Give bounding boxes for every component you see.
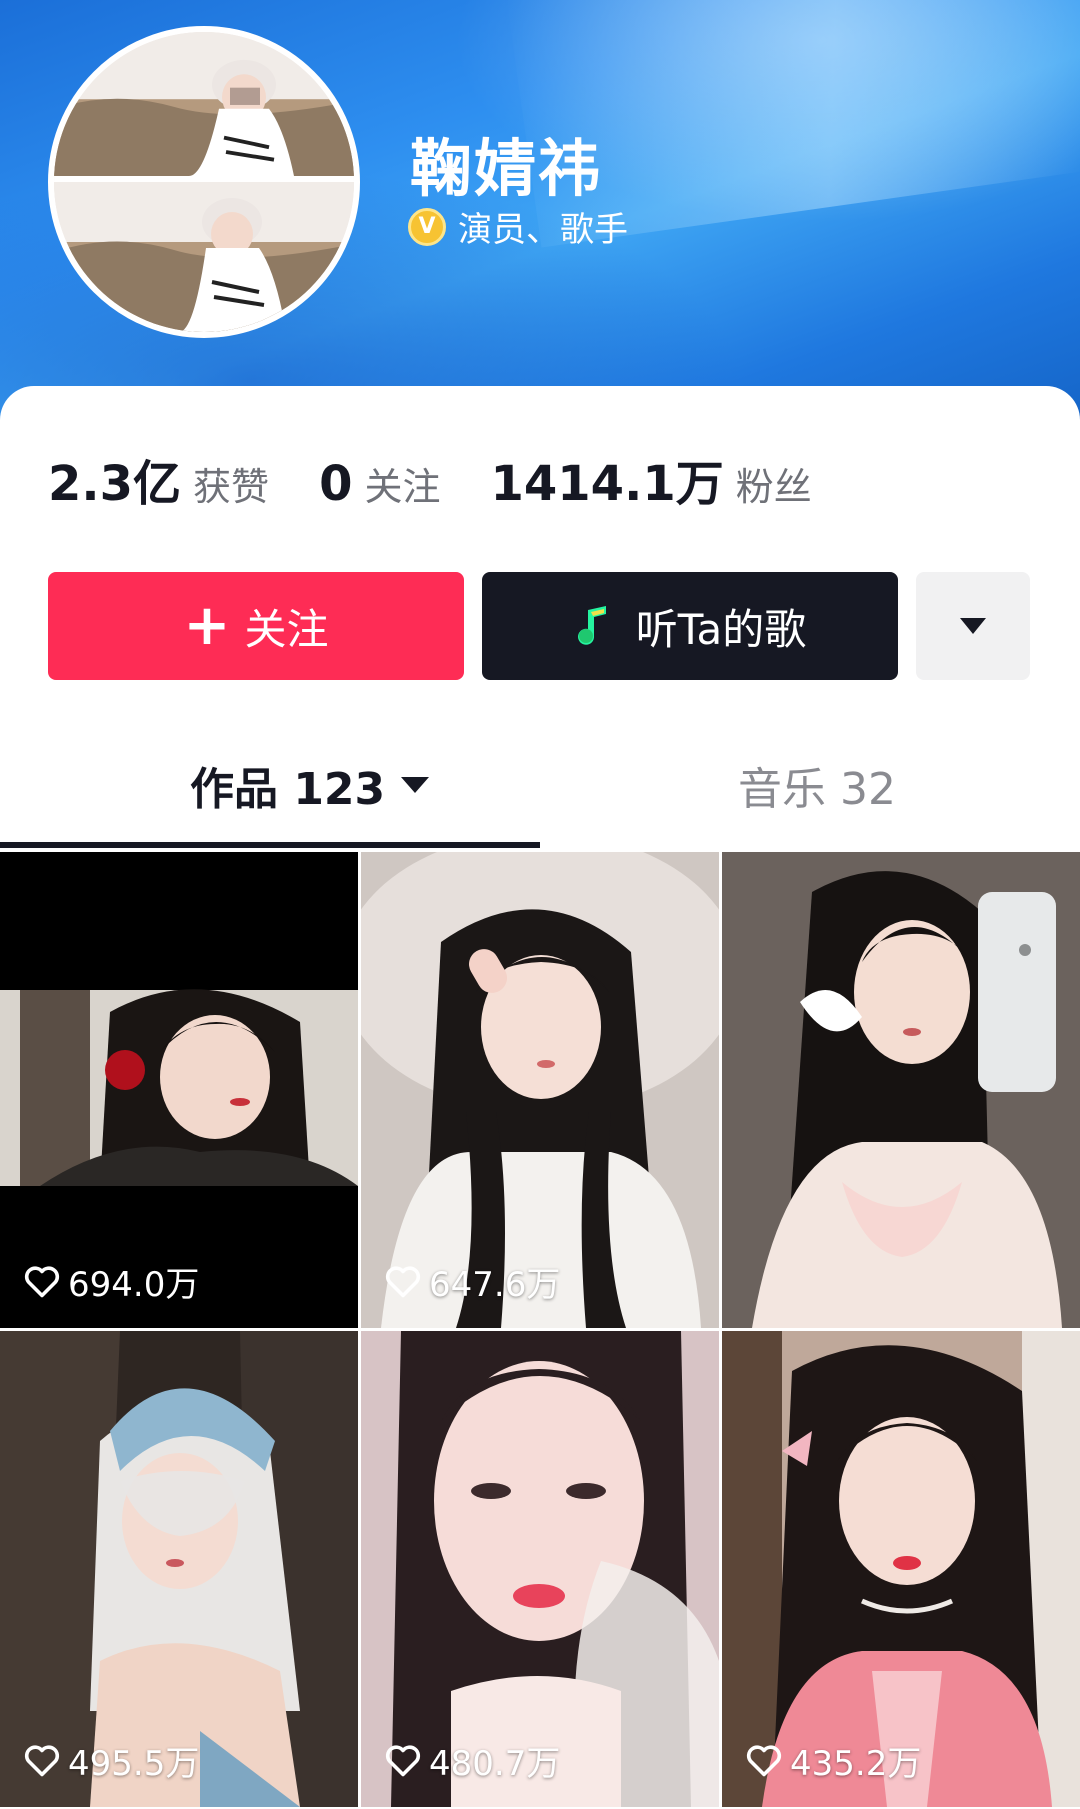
video-likes: 647.6万	[385, 1257, 560, 1306]
video-likes-count: 694.0万	[68, 1265, 200, 1305]
video-likes: 435.2万	[746, 1736, 921, 1785]
avatar-photo-bottom	[54, 182, 354, 332]
stat-followers-value: 1414.1万	[490, 456, 724, 512]
stat-following-value: 0	[319, 456, 353, 512]
heart-icon	[24, 1744, 60, 1776]
action-buttons: + 关注 听Ta的歌	[48, 572, 1030, 680]
listen-songs-button[interactable]: 听Ta的歌	[482, 572, 898, 680]
tab-music-label: 音乐 32	[738, 764, 896, 815]
plus-icon: +	[183, 593, 231, 658]
caret-down-icon	[960, 618, 986, 634]
video-thumbnail[interactable]	[722, 852, 1080, 1328]
stat-following[interactable]: 0 关注	[319, 456, 440, 512]
video-thumbnail[interactable]: 694.0万	[0, 852, 358, 1328]
video-likes: 495.5万	[24, 1736, 199, 1785]
video-thumbnail[interactable]: 435.2万	[722, 1331, 1080, 1807]
heart-icon	[746, 1744, 782, 1776]
follow-button-label: 关注	[244, 604, 329, 654]
more-options-button[interactable]	[916, 572, 1030, 680]
tab-works-label: 作品 123	[190, 764, 386, 815]
heart-icon	[385, 1744, 421, 1776]
video-thumbnail[interactable]: 647.6万	[361, 852, 719, 1328]
video-thumbnail[interactable]: 480.7万	[361, 1331, 719, 1807]
verification: V 演员、歌手	[408, 202, 628, 251]
profile-name: 鞠婧祎	[410, 132, 603, 205]
video-likes-count: 435.2万	[790, 1744, 922, 1784]
stat-likes-label: 获赞	[193, 465, 270, 509]
heart-icon	[385, 1265, 421, 1297]
video-likes-count: 495.5万	[68, 1744, 200, 1784]
profile-page: 鞠婧祎 V 演员、歌手 2.3亿 获赞 0 关注 1414.1万 粉丝 + 关注…	[0, 0, 1080, 1809]
video-thumbnail[interactable]: 495.5万	[0, 1331, 358, 1807]
heart-icon	[24, 1265, 60, 1297]
avatar[interactable]	[48, 26, 360, 338]
profile-banner: 鞠婧祎 V 演员、歌手	[0, 0, 1080, 420]
music-note-icon	[577, 606, 606, 645]
tab-works-caret-down-icon[interactable]	[401, 777, 430, 793]
stats-row: 2.3亿 获赞 0 关注 1414.1万 粉丝	[48, 444, 862, 514]
video-likes: 694.0万	[24, 1257, 199, 1306]
profile-title: 演员、歌手	[458, 210, 628, 250]
follow-button[interactable]: + 关注	[48, 572, 464, 680]
video-likes: 480.7万	[385, 1736, 560, 1785]
content-tabs: 作品 123 音乐 32	[0, 726, 1080, 844]
active-tab-indicator	[0, 842, 540, 848]
stat-following-label: 关注	[364, 465, 441, 509]
verified-badge-icon: V	[408, 207, 446, 246]
avatar-photo-top	[54, 32, 354, 182]
stat-followers-label: 粉丝	[735, 465, 812, 509]
tab-works[interactable]: 作品 123	[190, 726, 430, 844]
stat-likes-value: 2.3亿	[48, 456, 182, 512]
listen-songs-label: 听Ta的歌	[635, 604, 807, 654]
tab-music[interactable]: 音乐 32	[738, 726, 896, 844]
video-likes-count: 480.7万	[429, 1744, 561, 1784]
video-thumbnail-image	[722, 852, 1080, 1328]
video-likes-count: 647.6万	[429, 1265, 561, 1305]
stat-followers[interactable]: 1414.1万 粉丝	[490, 444, 811, 514]
stat-likes: 2.3亿 获赞	[48, 444, 269, 514]
